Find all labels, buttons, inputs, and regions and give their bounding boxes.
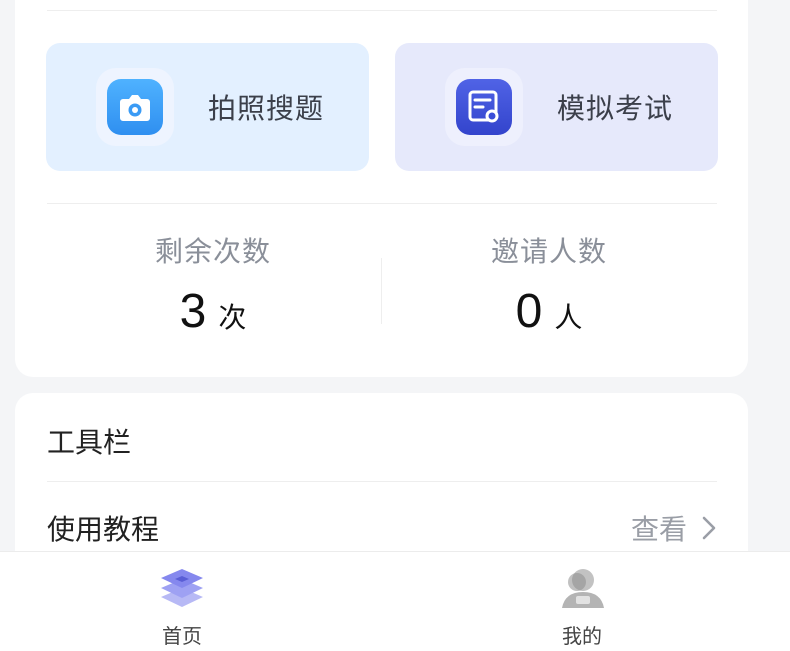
divider bbox=[47, 203, 717, 204]
main-card: 拍照搜题 模拟考试 剩余次数 3 次 邀请人数 0 人 bbox=[15, 0, 748, 377]
view-link[interactable]: 查看 bbox=[631, 508, 687, 548]
exam-paper-icon bbox=[445, 68, 523, 146]
stat-unit: 人 bbox=[554, 301, 583, 334]
invite-count-stat: 邀请人数 0 人 bbox=[409, 230, 689, 339]
divider bbox=[47, 481, 717, 482]
photo-search-button[interactable]: 拍照搜题 bbox=[46, 43, 369, 171]
camera-icon bbox=[96, 68, 174, 146]
user-icon bbox=[482, 564, 682, 614]
photo-search-label: 拍照搜题 bbox=[208, 92, 325, 125]
mock-exam-button[interactable]: 模拟考试 bbox=[395, 43, 718, 171]
layers-icon bbox=[82, 564, 282, 614]
stat-title: 邀请人数 bbox=[490, 235, 607, 268]
tab-home[interactable]: 首页 bbox=[82, 564, 282, 649]
stat-title: 剩余次数 bbox=[154, 235, 271, 268]
tutorial-label: 使用教程 bbox=[47, 513, 160, 546]
tab-mine-label: 我的 bbox=[562, 624, 602, 648]
tutorial-row[interactable]: 使用教程 查看 bbox=[47, 505, 717, 551]
bottom-tab-bar: 首页 我的 bbox=[0, 551, 790, 651]
stat-value: 0 bbox=[515, 285, 543, 338]
tab-home-label: 首页 bbox=[162, 624, 202, 648]
chevron-right-icon bbox=[702, 516, 716, 540]
mock-exam-label: 模拟考试 bbox=[557, 92, 674, 125]
toolbar-title: 工具栏 bbox=[47, 426, 132, 459]
divider bbox=[47, 10, 717, 11]
stat-unit: 次 bbox=[218, 301, 247, 334]
remaining-count-stat: 剩余次数 3 次 bbox=[73, 230, 353, 339]
stat-value: 3 bbox=[179, 285, 207, 338]
tab-mine[interactable]: 我的 bbox=[482, 564, 682, 649]
stat-separator bbox=[381, 258, 382, 324]
